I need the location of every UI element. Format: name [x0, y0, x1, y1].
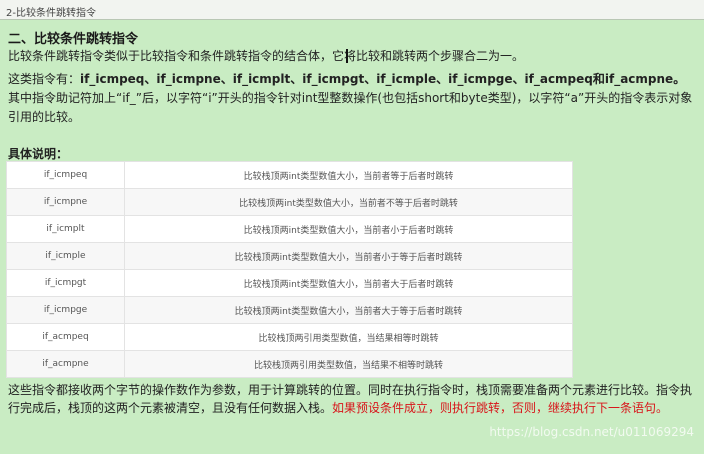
opcode-cell: if_icmple [6, 242, 125, 270]
opcode-cell: if_icmpne [6, 188, 125, 216]
footer-highlight: 如果预设条件成立，则执行跳转，否则，继续执行下一条语句。 [332, 401, 669, 415]
description-cell: 比较栈顶两引用类型数值，当结果相等时跳转 [124, 323, 573, 351]
table-row: if_icmpgt 比较栈顶两int类型数值大小，当前者大于后者时跳转 [6, 269, 573, 297]
details-heading: 具体说明： [8, 147, 69, 161]
opcode-cell: if_icmpeq [6, 161, 125, 189]
footer-paragraph: 这些指令都接收两个字节的操作数作为参数，用于计算跳转的位置。同时在执行指令时，栈… [8, 381, 700, 417]
description-cell: 比较栈顶两int类型数值大小，当前者小于后者时跳转 [124, 215, 573, 243]
instruction-list-prefix: 这类指令有： [8, 72, 81, 86]
instruction-list-body: 其中指令助记符加上“if_”后，以字符“i”开头的指令针对int型整数操作(也包… [8, 91, 693, 124]
description-cell: 比较栈顶两int类型数值大小，当前者等于后者时跳转 [124, 161, 573, 189]
intro-paragraph: 比较条件跳转指令类似于比较指令和条件跳转指令的结合体，它将比较和跳转两个步骤合二… [8, 49, 525, 63]
description-cell: 比较栈顶两int类型数值大小，当前者大于等于后者时跳转 [124, 296, 573, 324]
description-cell: 比较栈顶两int类型数值大小，当前者小于等于后者时跳转 [124, 242, 573, 270]
instruction-list-codes: if_icmpeq、if_icmpne、if_icmplt、if_icmpgt、… [80, 72, 686, 86]
watermark: https://blog.csdn.net/u011069294 [489, 425, 694, 439]
window-title: 2-比较条件跳转指令 [0, 0, 704, 20]
description-cell: 比较栈顶两int类型数值大小，当前者不等于后者时跳转 [124, 188, 573, 216]
opcode-cell: if_icmpge [6, 296, 125, 324]
instruction-list-paragraph: 这类指令有：if_icmpeq、if_icmpne、if_icmplt、if_i… [8, 70, 700, 127]
opcode-cell: if_acmpne [6, 350, 125, 378]
section-heading: 二、比较条件跳转指令 [8, 32, 139, 47]
table-row: if_icmplt 比较栈顶两int类型数值大小，当前者小于后者时跳转 [6, 215, 573, 243]
table-row: if_icmpne 比较栈顶两int类型数值大小，当前者不等于后者时跳转 [6, 188, 573, 216]
table-row: if_icmpeq 比较栈顶两int类型数值大小，当前者等于后者时跳转 [6, 161, 573, 189]
opcode-cell: if_icmplt [6, 215, 125, 243]
opcode-cell: if_acmpeq [6, 323, 125, 351]
table-row: if_acmpeq 比较栈顶两引用类型数值，当结果相等时跳转 [6, 323, 573, 351]
table-row: if_icmple 比较栈顶两int类型数值大小，当前者小于等于后者时跳转 [6, 242, 573, 270]
table-row: if_acmpne 比较栈顶两引用类型数值，当结果不相等时跳转 [6, 350, 573, 378]
text-cursor [346, 49, 348, 63]
description-cell: 比较栈顶两引用类型数值，当结果不相等时跳转 [124, 350, 573, 378]
table-row: if_icmpge 比较栈顶两int类型数值大小，当前者大于等于后者时跳转 [6, 296, 573, 324]
opcode-cell: if_icmpgt [6, 269, 125, 297]
instruction-table: if_icmpeq 比较栈顶两int类型数值大小，当前者等于后者时跳转 if_i… [6, 161, 573, 378]
description-cell: 比较栈顶两int类型数值大小，当前者大于后者时跳转 [124, 269, 573, 297]
